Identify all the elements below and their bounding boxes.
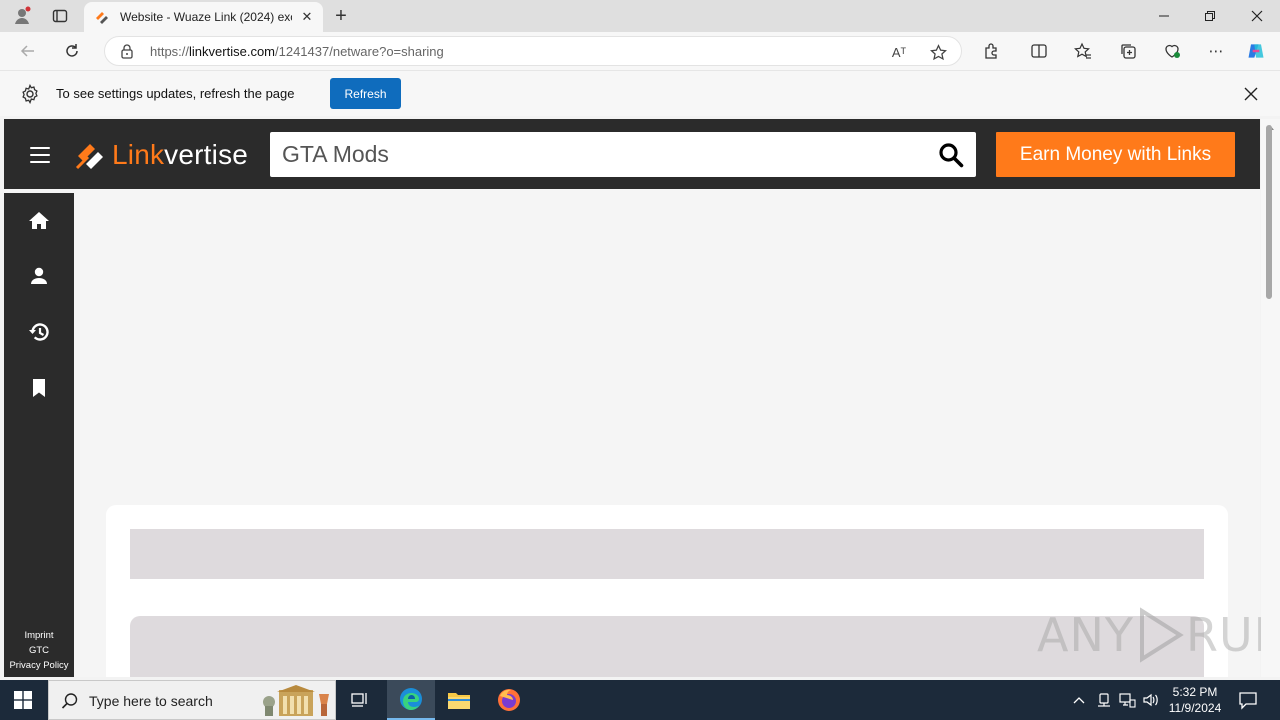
url-text[interactable]: https://linkvertise.com/1241437/netware?… <box>150 44 444 59</box>
tab-actions-icon[interactable] <box>50 6 70 26</box>
scroll-thumb[interactable] <box>1266 125 1272 299</box>
play-logo-icon <box>1139 607 1184 663</box>
minimize-icon <box>1159 15 1169 17</box>
profile-icon[interactable] <box>12 6 32 26</box>
linkvertise-logo-icon <box>75 144 103 170</box>
extensions-icon[interactable] <box>981 41 1001 61</box>
clock-time: 5:32 PM <box>1172 685 1218 699</box>
settings-info-bar: To see settings updates, refresh the pag… <box>0 70 1280 116</box>
hamburger-menu-icon[interactable] <box>30 147 50 163</box>
watermark-left-text: ANY <box>1037 608 1134 662</box>
task-view-icon[interactable] <box>336 680 384 720</box>
taskbar-clock[interactable]: 5:32 PM 11/9/2024 <box>1162 684 1228 716</box>
reload-icon <box>66 44 78 57</box>
bookmark-icon[interactable] <box>27 376 51 400</box>
info-close-button[interactable] <box>1241 84 1261 104</box>
reload-button[interactable] <box>62 41 82 61</box>
search-icon[interactable] <box>938 142 964 168</box>
anyrun-watermark: ANY RUN <box>1037 607 1280 663</box>
firefox-icon[interactable] <box>485 680 533 720</box>
network-icon[interactable] <box>1118 691 1136 709</box>
read-aloud-icon[interactable]: Aᵀ <box>889 42 909 62</box>
logo-text-accent: Link <box>112 139 165 170</box>
footer-imprint-link[interactable]: Imprint <box>4 630 74 641</box>
info-message: To see settings updates, refresh the pag… <box>56 86 295 101</box>
site-search-input[interactable] <box>282 132 922 177</box>
site-search-box <box>270 132 976 177</box>
plus-icon: + <box>335 4 347 27</box>
page-scrollbar[interactable] <box>1261 119 1280 677</box>
clock-date: 11/9/2024 <box>1168 701 1222 715</box>
favorite-star-icon[interactable] <box>928 42 948 62</box>
back-button[interactable] <box>18 41 38 61</box>
home-icon[interactable] <box>27 208 51 232</box>
close-icon <box>1251 10 1263 22</box>
minimize-button[interactable] <box>1154 6 1174 26</box>
new-tab-button[interactable]: + <box>331 4 351 27</box>
logo-text-rest: vertise <box>164 139 249 170</box>
browser-essentials-icon[interactable] <box>1162 41 1182 61</box>
address-bar[interactable]: https://linkvertise.com/1241437/netware?… <box>104 36 962 66</box>
footer-gtc-link[interactable]: GTC <box>4 645 74 656</box>
linkvertise-logo[interactable]: Linkvertise <box>74 138 248 172</box>
url-scheme: https:// <box>150 44 190 59</box>
refresh-button[interactable]: Refresh <box>330 78 401 109</box>
navigation-bar: https://linkvertise.com/1241437/netware?… <box>0 32 1280 70</box>
read-aloud-glyph: Aᵀ <box>891 44 907 60</box>
back-arrow-icon <box>20 45 34 57</box>
history-icon[interactable] <box>27 320 51 344</box>
user-icon[interactable] <box>27 264 51 288</box>
page-viewport: Linkvertise Earn Money with Links Imprin… <box>4 119 1260 677</box>
windows-start-icon[interactable] <box>14 691 32 709</box>
site-sidebar: Imprint GTC Privacy Policy <box>4 193 74 677</box>
file-explorer-icon[interactable] <box>435 680 483 720</box>
search-icon <box>61 693 78 709</box>
close-window-button[interactable] <box>1247 6 1267 26</box>
linkvertise-favicon-icon <box>96 12 108 24</box>
site-header: Linkvertise Earn Money with Links <box>4 119 1260 189</box>
copilot-icon[interactable] <box>1246 41 1266 61</box>
more-glyph: ⋯ <box>1208 43 1224 60</box>
close-icon <box>1244 87 1258 101</box>
favorites-icon[interactable] <box>1073 41 1093 61</box>
taskbar-search-box[interactable]: Type here to search <box>48 680 336 720</box>
lock-icon[interactable] <box>119 43 135 59</box>
tab-title: Website - Wuaze Link (2024) exclusive <box>120 10 292 24</box>
usb-device-icon[interactable] <box>1095 691 1113 709</box>
search-highlight-art-icon <box>263 685 329 716</box>
footer-privacy-link[interactable]: Privacy Policy <box>4 660 74 671</box>
more-menu-icon[interactable]: ⋯ <box>1206 41 1226 61</box>
gear-icon <box>22 84 38 104</box>
volume-icon[interactable] <box>1142 691 1160 709</box>
earn-money-button[interactable]: Earn Money with Links <box>996 132 1235 177</box>
url-host: linkvertise.com <box>189 44 275 59</box>
windows-taskbar: Type here to search 5:32 PM 11/9/2024 <box>0 680 1280 720</box>
browser-tab[interactable]: Website - Wuaze Link (2024) exclusive ✕ <box>84 2 323 32</box>
restore-button[interactable] <box>1200 6 1220 26</box>
split-screen-icon[interactable] <box>1029 41 1049 61</box>
taskbar-search-placeholder: Type here to search <box>89 693 213 709</box>
notifications-icon[interactable] <box>1238 690 1258 710</box>
tab-close-icon[interactable]: ✕ <box>299 9 315 25</box>
restore-icon <box>1205 11 1215 21</box>
title-bar: Website - Wuaze Link (2024) exclusive ✕ … <box>0 0 1280 32</box>
show-hidden-icons-chevron-icon[interactable] <box>1070 691 1088 709</box>
edge-taskbar-icon[interactable] <box>387 680 435 720</box>
url-path: /1241437/netware?o=sharing <box>275 44 444 59</box>
collections-icon[interactable] <box>1118 41 1138 61</box>
loading-skeleton-bar <box>130 529 1204 579</box>
